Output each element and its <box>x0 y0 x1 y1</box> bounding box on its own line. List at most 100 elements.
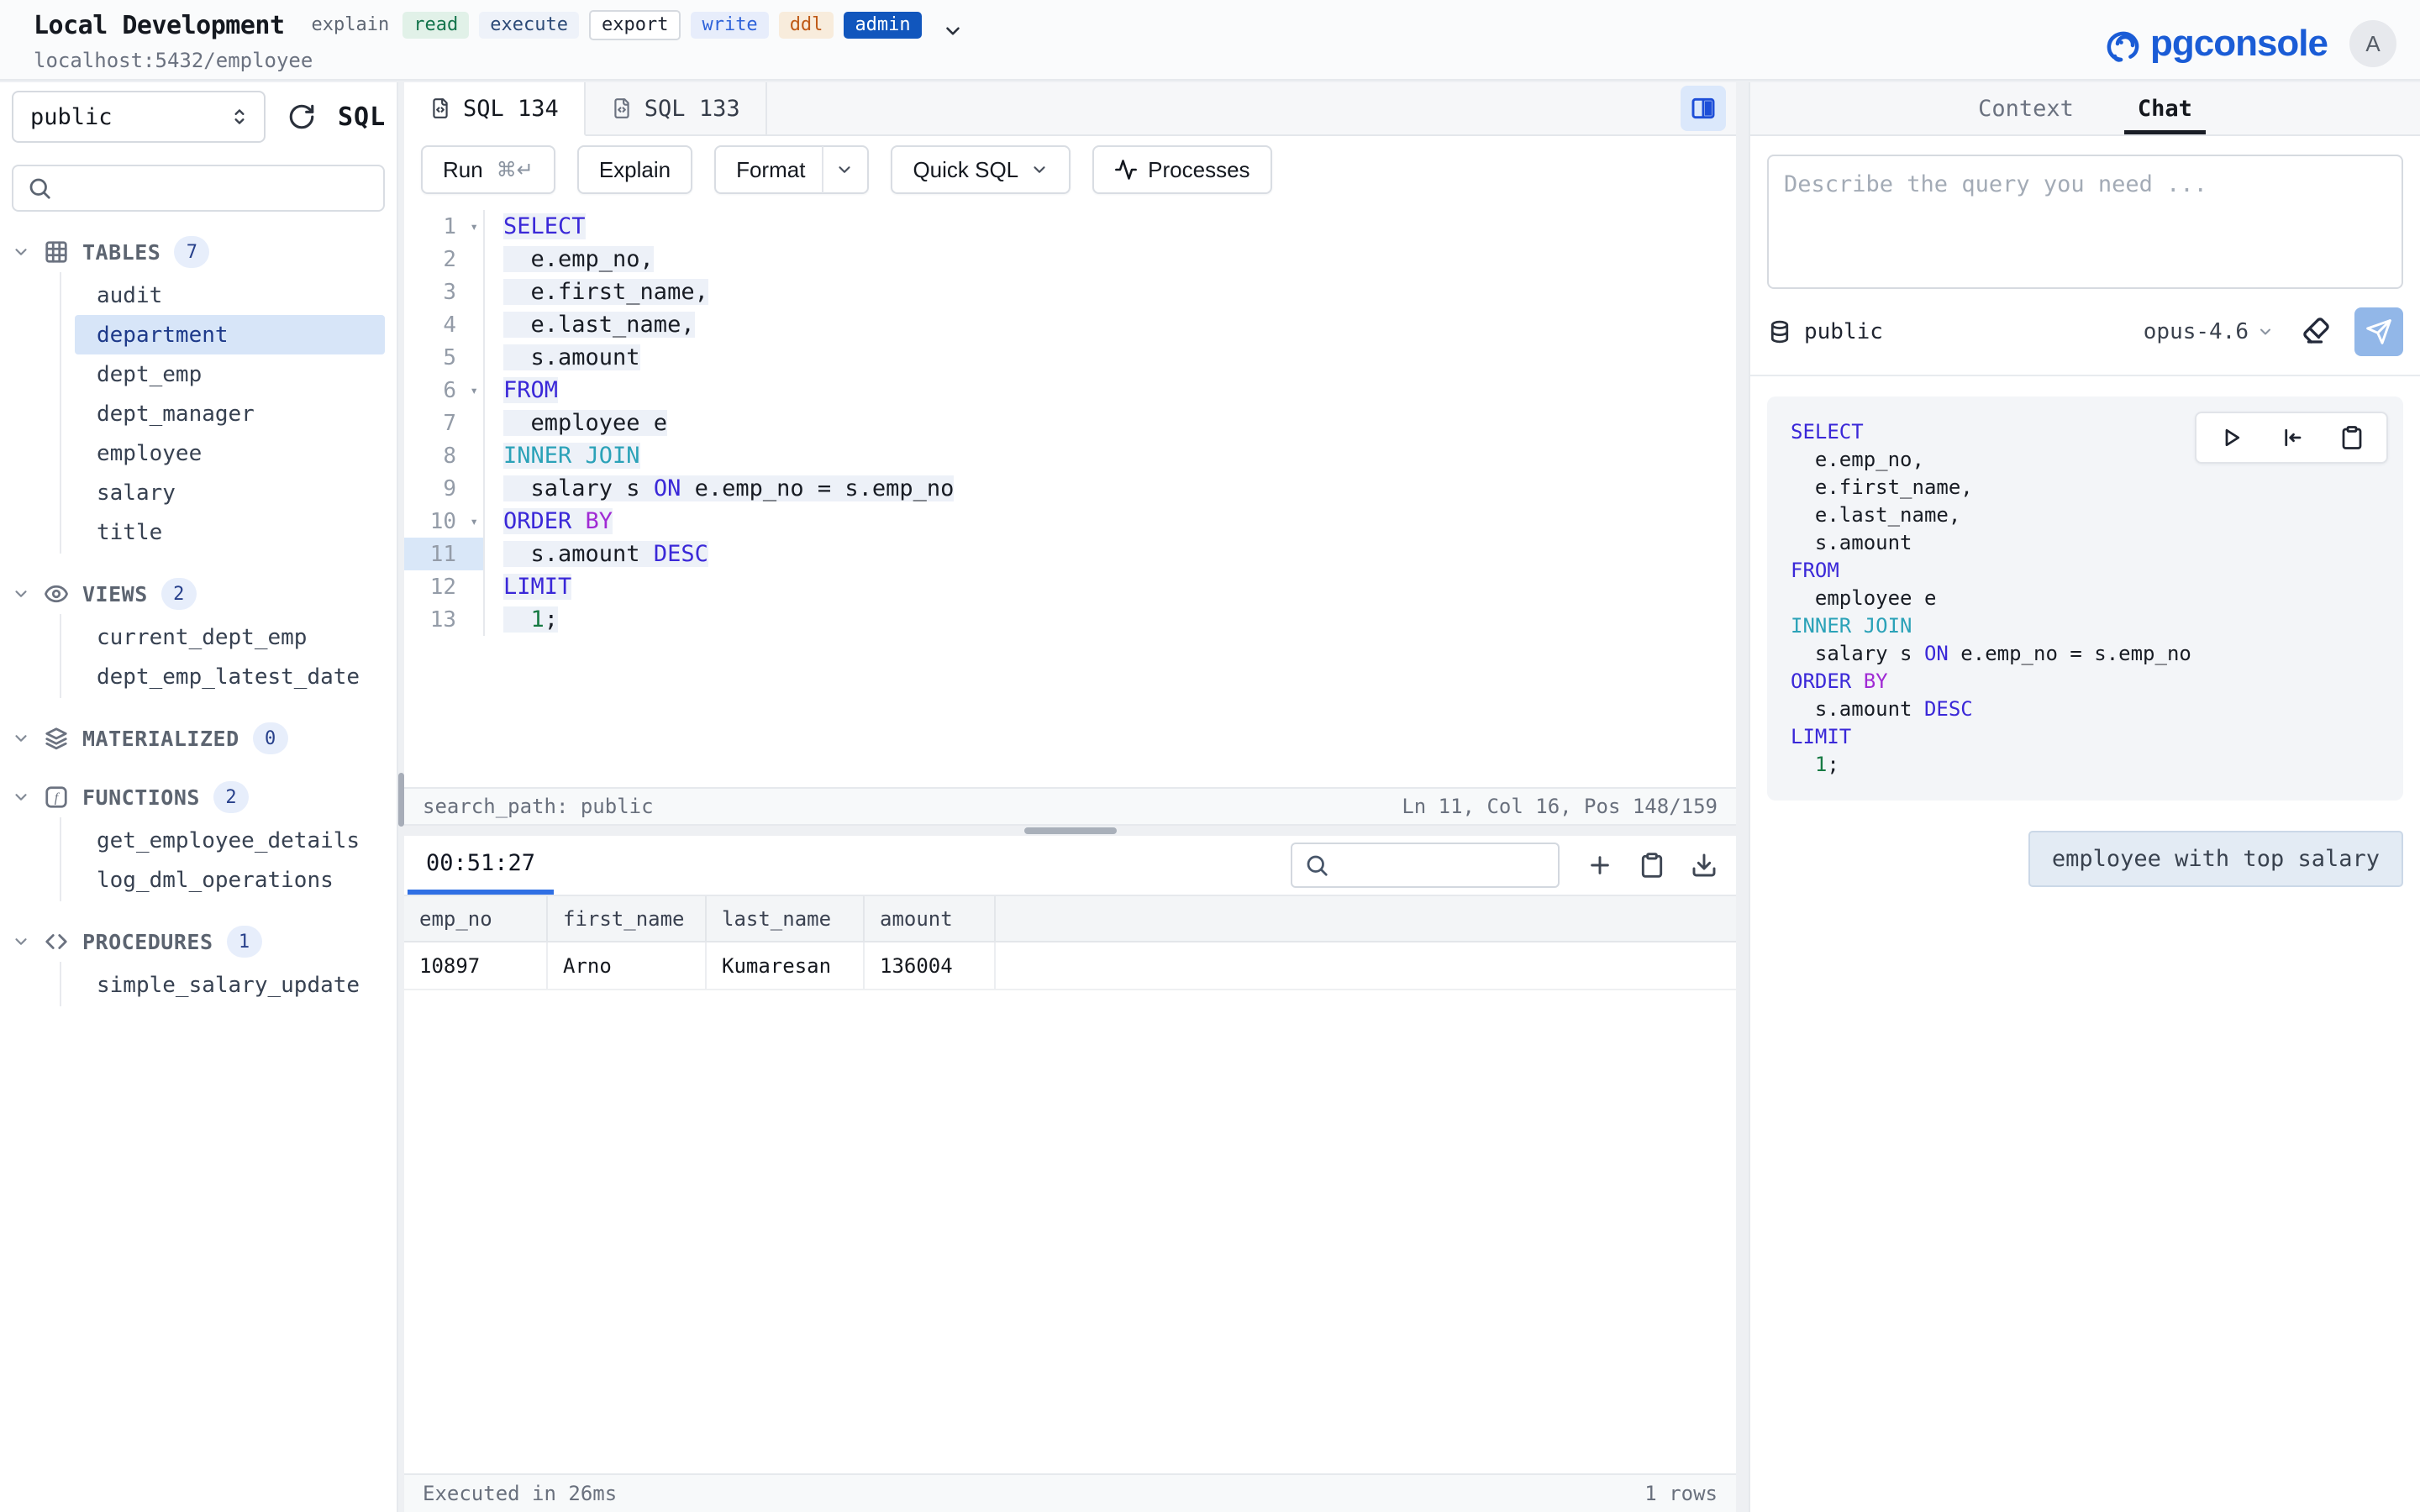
gutter-line-12[interactable]: 12 <box>404 570 485 603</box>
explain-button[interactable]: Explain <box>577 145 692 194</box>
assistant-sql-response: SELECT e.emp_no, e.first_name, e.last_na… <box>1767 396 2403 801</box>
editor-line-3[interactable]: 3 e.first_name, <box>404 276 1736 308</box>
send-button[interactable] <box>2354 307 2403 356</box>
schema-select[interactable]: public <box>12 91 266 143</box>
results-resize-handle[interactable] <box>404 826 1736 836</box>
copy-results-icon[interactable] <box>1639 852 1665 879</box>
gutter-line-9[interactable]: 9 <box>404 472 485 505</box>
editor-tab-sql-134[interactable]: SQL 134 <box>404 82 586 136</box>
fold-marker-icon[interactable]: ▾ <box>470 210 478 243</box>
tree-section-header-materialized[interactable]: MATERIALIZED0 <box>12 720 385 757</box>
permission-badge-ddl: ddl <box>779 12 834 39</box>
gutter-line-1[interactable]: 1▾ <box>404 210 485 243</box>
table-filler-cell <box>996 942 1736 989</box>
tree-item-dept_emp_latest_date[interactable]: dept_emp_latest_date <box>75 657 385 696</box>
result-tab-timer[interactable]: 00:51:27 <box>408 836 554 895</box>
section-count-badge: 0 <box>253 722 288 754</box>
editor-line-5[interactable]: 5 s.amount <box>404 341 1736 374</box>
fold-marker-icon[interactable]: ▾ <box>470 374 478 407</box>
gutter-line-8[interactable]: 8 <box>404 439 485 472</box>
gutter-line-7[interactable]: 7 <box>404 407 485 439</box>
tree-item-dept_manager[interactable]: dept_manager <box>75 394 385 433</box>
sidebar-splitter[interactable] <box>398 82 404 1512</box>
copy-sql-icon[interactable] <box>2339 425 2365 450</box>
cell-last_name: Kumaresan <box>707 942 865 989</box>
editor-line-12[interactable]: 12LIMIT <box>404 570 1736 603</box>
assistant-sql-code: SELECT e.emp_no, e.first_name, e.last_na… <box>1791 418 2380 779</box>
tree-item-get_employee_details[interactable]: get_employee_details <box>75 821 385 860</box>
sidebar-search-input[interactable] <box>12 165 385 212</box>
add-result-tab-icon[interactable] <box>1586 852 1613 879</box>
tree-section-header-functions[interactable]: fFUNCTIONS2 <box>12 779 385 816</box>
splitter-thumb[interactable] <box>398 773 404 827</box>
tab-context[interactable]: Context <box>1973 82 2079 134</box>
editor-line-13[interactable]: 13 1; <box>404 603 1736 636</box>
connection-menu-chevron-icon[interactable] <box>942 8 964 42</box>
gutter-line-13[interactable]: 13 <box>404 603 485 636</box>
editor-tab-sql-133[interactable]: SQL 133 <box>586 82 767 134</box>
assistant-sql-line-9: salary s ON e.emp_no = s.emp_no <box>1791 640 2380 668</box>
section-count-badge: 7 <box>174 236 209 268</box>
format-dropdown-chevron-icon[interactable] <box>835 160 854 179</box>
editor-line-4[interactable]: 4 e.last_name, <box>404 308 1736 341</box>
chevron-down-icon <box>12 729 30 748</box>
editor-line-2[interactable]: 2 e.emp_no, <box>404 243 1736 276</box>
column-header-emp_no[interactable]: emp_no <box>404 896 548 941</box>
insert-to-editor-icon[interactable] <box>2279 425 2304 450</box>
chat-schema-chip[interactable]: public <box>1767 319 1883 344</box>
editor-line-1[interactable]: 1▾SELECT <box>404 210 1736 243</box>
gutter-line-5[interactable]: 5 <box>404 341 485 374</box>
refresh-icon[interactable] <box>287 102 316 131</box>
tree-item-salary[interactable]: salary <box>75 473 385 512</box>
quick-sql-button[interactable]: Quick SQL <box>891 145 1071 194</box>
editor-line-11[interactable]: 11 s.amount DESC <box>404 538 1736 570</box>
tree-section-procedures: PROCEDURES1 simple_salary_update <box>12 923 385 1006</box>
tree-item-audit[interactable]: audit <box>75 276 385 315</box>
tree-section-header-views[interactable]: VIEWS2 <box>12 575 385 612</box>
tree-section-header-tables[interactable]: TABLES7 <box>12 234 385 270</box>
gutter-line-4[interactable]: 4 <box>404 308 485 341</box>
editor-line-8[interactable]: 8INNER JOIN <box>404 439 1736 472</box>
tree-section-header-procedures[interactable]: PROCEDURES1 <box>12 923 385 960</box>
quick-sql-chevron-icon <box>1030 160 1049 179</box>
tree-item-current_dept_emp[interactable]: current_dept_emp <box>75 617 385 657</box>
sql-mode-label[interactable]: SQL <box>338 102 386 132</box>
tree-item-log_dml_operations[interactable]: log_dml_operations <box>75 860 385 900</box>
download-results-icon[interactable] <box>1691 852 1718 879</box>
model-select[interactable]: opus-4.6 <box>2144 319 2274 344</box>
processes-button[interactable]: Processes <box>1092 145 1271 194</box>
column-header-last_name[interactable]: last_name <box>707 896 865 941</box>
tree-item-simple_salary_update[interactable]: simple_salary_update <box>75 965 385 1005</box>
format-button[interactable]: Format <box>714 145 869 194</box>
section-count-badge: 2 <box>161 578 197 610</box>
tree-section-functions: fFUNCTIONS2 get_employee_detailslog_dml_o… <box>12 779 385 901</box>
tree-item-employee[interactable]: employee <box>75 433 385 473</box>
results-search-input[interactable] <box>1291 843 1560 888</box>
editor-line-6[interactable]: 6▾FROM <box>404 374 1736 407</box>
tree-item-title[interactable]: title <box>75 512 385 552</box>
gutter-line-2[interactable]: 2 <box>404 243 485 276</box>
gutter-line-6[interactable]: 6▾ <box>404 374 485 407</box>
tree-item-dept_emp[interactable]: dept_emp <box>75 354 385 394</box>
run-suggested-sql-icon[interactable] <box>2218 425 2244 450</box>
gutter-line-10[interactable]: 10▾ <box>404 505 485 538</box>
chat-prompt-input[interactable] <box>1767 155 2403 289</box>
editor-line-7[interactable]: 7 employee e <box>404 407 1736 439</box>
gutter-line-3[interactable]: 3 <box>404 276 485 308</box>
column-header-amount[interactable]: amount <box>865 896 996 941</box>
sql-editor[interactable]: 1▾SELECT2 e.emp_no,3 e.first_name,4 e.la… <box>404 203 1736 787</box>
permission-badge-admin: admin <box>844 12 921 39</box>
editor-line-10[interactable]: 10▾ORDER BY <box>404 505 1736 538</box>
run-button[interactable]: Run ⌘↵ <box>421 145 555 194</box>
fold-marker-icon[interactable]: ▾ <box>470 505 478 538</box>
search-icon <box>1304 853 1329 878</box>
code-icon <box>44 929 69 954</box>
tree-item-department[interactable]: department <box>75 315 385 354</box>
editor-line-9[interactable]: 9 salary s ON e.emp_no = s.emp_no <box>404 472 1736 505</box>
clear-chat-icon[interactable] <box>2302 317 2333 347</box>
tab-chat[interactable]: Chat <box>2133 82 2197 134</box>
gutter-line-11[interactable]: 11 <box>404 538 485 570</box>
column-header-first_name[interactable]: first_name <box>548 896 707 941</box>
avatar[interactable]: A <box>2349 20 2396 67</box>
toggle-side-panel-button[interactable] <box>1681 86 1726 131</box>
